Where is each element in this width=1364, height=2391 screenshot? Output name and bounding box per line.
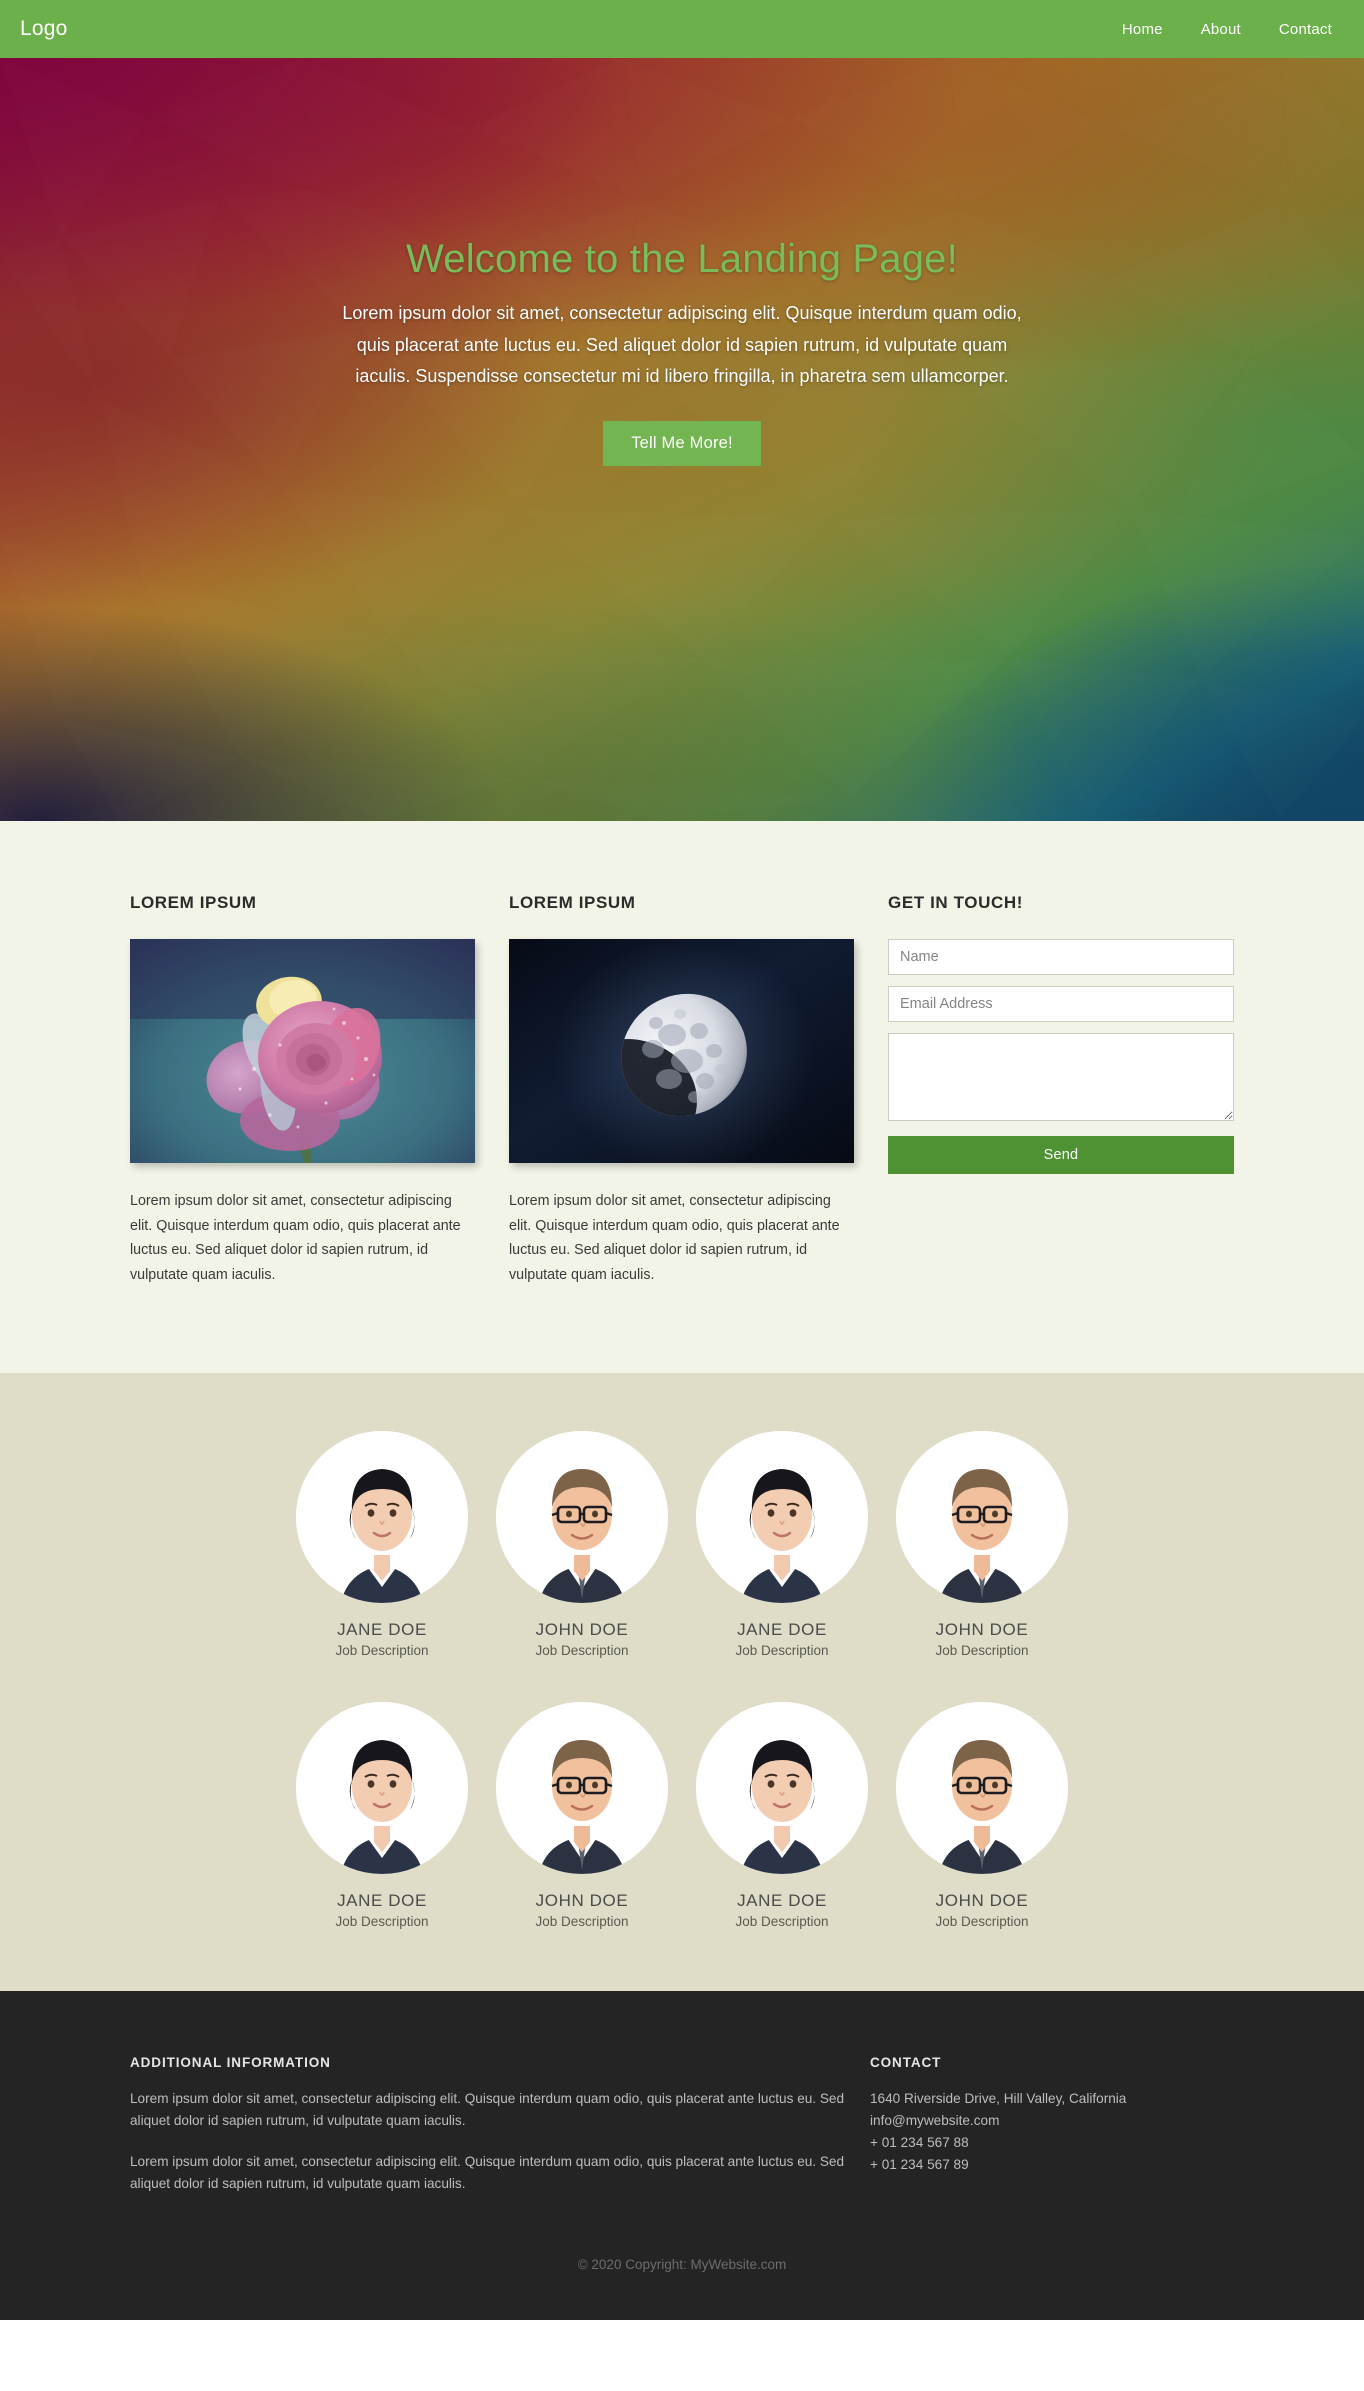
team-member: JANE DOE Job Description [282,1431,482,1658]
landing-page: Logo Home About Contact Welcome to the L… [0,0,1364,2321]
footer-phone-1[interactable]: + 01 234 567 88 [870,2132,1234,2154]
avatar-man-glasses[interactable] [496,1431,668,1604]
team-member: JOHN DOE Job Description [482,1702,682,1929]
footer-heading-additional-information: ADDITIONAL INFORMATION [130,2055,331,2071]
avatar-man-glasses[interactable] [496,1702,668,1875]
footer-wrapper: ADDITIONAL INFORMATION Lorem ipsum dolor… [130,2055,1234,2320]
avatar-man-glasses[interactable] [896,1431,1068,1604]
content-wrapper: LOREM IPSUM Lorem ipsum dolor sit amet, … [130,893,1234,1287]
moon-image[interactable] [509,939,854,1163]
column-body-text-2: Lorem ipsum dolor sit amet, consectetur … [509,1193,840,1283]
email-address-input[interactable] [888,986,1234,1022]
footer-contact: CONTACT 1640 Riverside Drive, Hill Valle… [870,2055,1234,2195]
column-heading-lorem-ipsum-2: LOREM IPSUM [509,893,636,912]
content-columns: LOREM IPSUM Lorem ipsum dolor sit amet, … [130,893,1234,1287]
column-heading-lorem-ipsum-1: LOREM IPSUM [130,893,257,912]
site-footer: ADDITIONAL INFORMATION Lorem ipsum dolor… [0,1991,1364,2321]
avatar-woman-dark-hair[interactable] [296,1702,468,1875]
hero-paragraph: Lorem ipsum dolor sit amet, consectetur … [342,303,1022,386]
team-member: JOHN DOE Job Description [482,1431,682,1658]
footer-paragraph-1: Lorem ipsum dolor sit amet, consectetur … [130,2091,845,2129]
hero-content: Welcome to the Landing Page! Lorem ipsum… [332,236,1032,466]
team-member-role: Job Description [735,1914,829,1930]
nav-link-about[interactable]: About [1201,21,1241,38]
footer-additional-information: ADDITIONAL INFORMATION Lorem ipsum dolor… [130,2055,870,2195]
team-member-name: JANE DOE [737,1891,827,1911]
footer-phone-2[interactable]: + 01 234 567 89 [870,2154,1234,2176]
team-member-role: Job Description [335,1643,429,1659]
avatar-woman-dark-hair[interactable] [696,1702,868,1875]
team-section: JANE DOE Job Description JOHN DOE Job De… [0,1373,1364,1992]
column-body-text-1: Lorem ipsum dolor sit amet, consectetur … [130,1193,461,1283]
message-textarea[interactable] [888,1033,1234,1121]
nav-link-contact[interactable]: Contact [1279,21,1332,38]
footer-address: 1640 Riverside Drive, Hill Valley, Calif… [870,2091,1127,2107]
form-heading-get-in-touch: GET IN TOUCH! [888,893,1023,912]
team-member-name: JANE DOE [737,1620,827,1640]
team-member-role: Job Description [735,1643,829,1659]
team-member-name: JOHN DOE [935,1891,1029,1911]
content-column-moon: LOREM IPSUM Lorem ipsum dolor sit amet, … [509,893,854,1287]
footer-copyright: © 2020 Copyright: MyWebsite.com [577,2257,787,2273]
rose-flower-image[interactable] [130,939,475,1163]
top-navigation-bar: Logo Home About Contact [0,0,1364,58]
team-member-role: Job Description [935,1914,1029,1930]
nav-link-home[interactable]: Home [1122,21,1163,38]
team-member-name: JANE DOE [337,1891,427,1911]
footer-paragraph-2: Lorem ipsum dolor sit amet, consectetur … [130,2154,845,2192]
team-member-role: Job Description [935,1643,1029,1659]
site-logo[interactable]: Logo [20,17,68,41]
content-section: LOREM IPSUM Lorem ipsum dolor sit amet, … [0,821,1364,1374]
team-member: JANE DOE Job Description [682,1702,882,1929]
team-member-name: JOHN DOE [935,1620,1029,1640]
content-column-rose: LOREM IPSUM Lorem ipsum dolor sit amet, … [130,893,475,1287]
team-member-role: Job Description [535,1643,629,1659]
footer-heading-contact: CONTACT [870,2055,942,2071]
team-member-role: Job Description [535,1914,629,1930]
avatar-man-glasses[interactable] [896,1702,1068,1875]
nav-links: Home About Contact [1122,21,1342,38]
team-member-name: JOHN DOE [535,1620,629,1640]
team-member: JANE DOE Job Description [282,1702,482,1929]
hero-title: Welcome to the Landing Page! [406,237,958,281]
contact-form-column: GET IN TOUCH! Send [888,893,1234,1287]
name-input[interactable] [888,939,1234,975]
footer-columns: ADDITIONAL INFORMATION Lorem ipsum dolor… [130,2055,1234,2195]
team-member: JOHN DOE Job Description [882,1702,1082,1929]
team-member: JANE DOE Job Description [682,1431,882,1658]
hero-section: Welcome to the Landing Page! Lorem ipsum… [0,58,1364,821]
avatar-woman-dark-hair[interactable] [296,1431,468,1604]
team-member-role: Job Description [335,1914,429,1930]
team-member-name: JOHN DOE [535,1891,629,1911]
avatar-woman-dark-hair[interactable] [696,1431,868,1604]
team-member: JOHN DOE Job Description [882,1431,1082,1658]
team-grid: JANE DOE Job Description JOHN DOE Job De… [282,1431,1082,1929]
send-button[interactable]: Send [888,1136,1234,1174]
footer-email[interactable]: info@mywebsite.com [870,2110,1234,2132]
team-member-name: JANE DOE [337,1620,427,1640]
tell-me-more-button[interactable]: Tell Me More! [603,420,761,466]
